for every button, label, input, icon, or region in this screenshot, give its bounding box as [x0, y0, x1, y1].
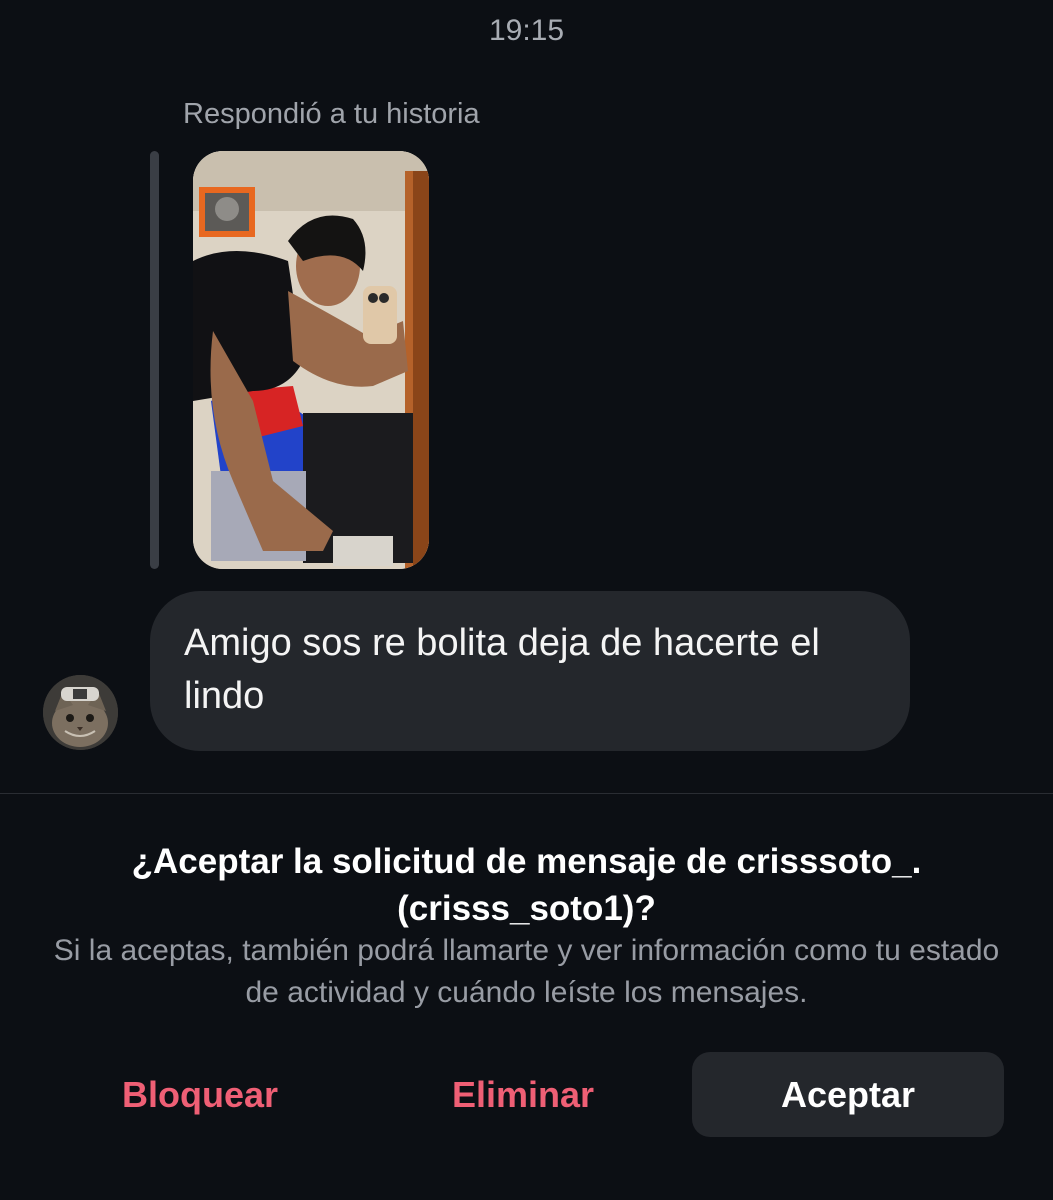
story-reply-label: Respondió a tu historia	[183, 98, 480, 130]
message-bubble[interactable]: Amigo sos re bolita deja de hacerte el l…	[150, 591, 910, 751]
accept-button[interactable]: Aceptar	[692, 1052, 1004, 1137]
section-divider	[0, 793, 1053, 794]
delete-button[interactable]: Eliminar	[413, 1052, 633, 1137]
reply-quote-bar	[150, 151, 159, 569]
message-timestamp: 19:15	[488, 14, 565, 47]
block-button[interactable]: Bloquear	[90, 1052, 310, 1137]
cat-avatar-icon	[43, 675, 118, 750]
message-request-title: ¿Aceptar la solicitud de mensaje de cris…	[131, 842, 922, 928]
story-photo-image	[193, 151, 429, 569]
story-thumbnail[interactable]	[193, 151, 429, 569]
message-request-description: Si la aceptas, también podrá llamarte y …	[53, 934, 1000, 1009]
sender-avatar[interactable]	[43, 675, 118, 750]
